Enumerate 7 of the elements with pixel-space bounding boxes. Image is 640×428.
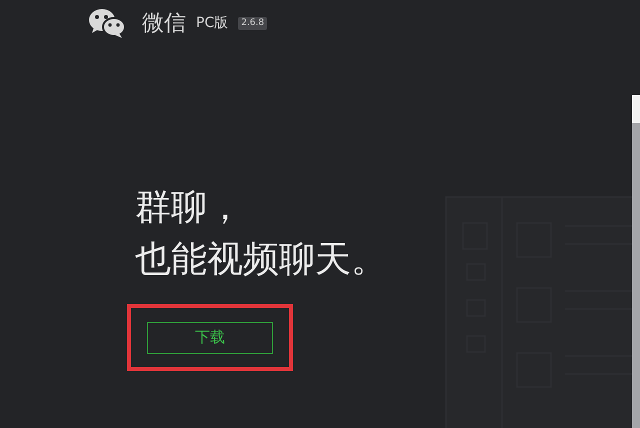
download-button[interactable]: 下载 (147, 322, 273, 354)
headline-text: 也能视频聊天。 (135, 238, 388, 282)
chat-bubbles-icon (88, 8, 126, 38)
app-name: 微信 (142, 10, 186, 38)
version-badge: 2.6.8 (238, 16, 268, 30)
headline-text: 群聊， (135, 186, 244, 230)
edition-label: PC版 (196, 14, 228, 32)
